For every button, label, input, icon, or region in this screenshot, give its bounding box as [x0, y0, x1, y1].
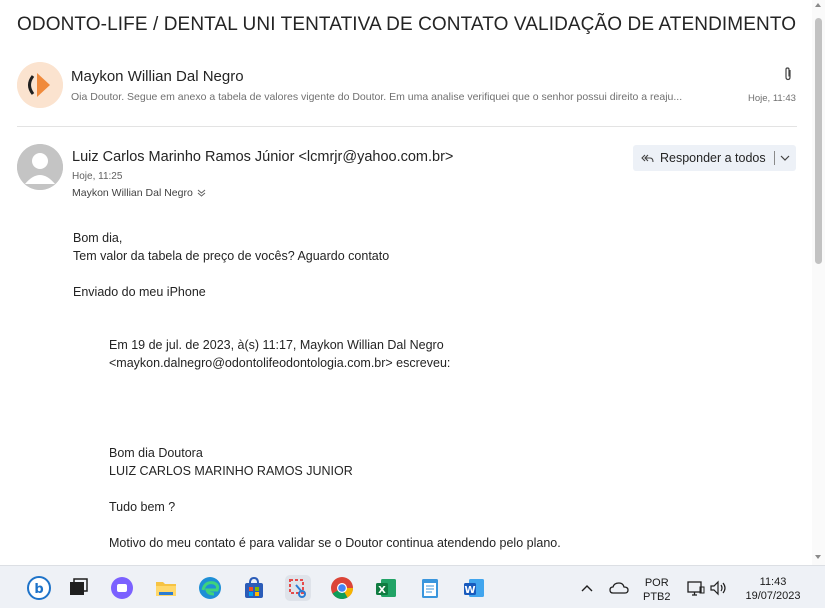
sender-name: Maykon Willian Dal Negro [71, 68, 244, 85]
body-line: Enviado do meu iPhone [73, 285, 206, 299]
recipient-name: Maykon Willian Dal Negro [72, 187, 193, 199]
quote-line: Em 19 de jul. de 2023, à(s) 11:17, Mayko… [109, 338, 444, 352]
avatar [17, 144, 63, 190]
reply-all-label: Responder a todos [660, 151, 766, 165]
snipping-tool-icon[interactable] [285, 575, 311, 601]
bing-icon[interactable]: b [26, 575, 52, 601]
body-line: Tem valor da tabela de preço de vocês? A… [73, 249, 390, 263]
body-line [73, 265, 389, 283]
input-language[interactable]: POR PTB2 [643, 576, 671, 604]
keyboard-layout: PTB2 [643, 591, 671, 603]
quoted-message: Em 19 de jul. de 2023, à(s) 11:17, Mayko… [109, 336, 561, 552]
message-time: Hoje, 11:43 [748, 93, 796, 104]
display-icon[interactable] [686, 575, 706, 601]
svg-text:W: W [464, 585, 475, 596]
svg-text:b: b [34, 582, 43, 597]
scroll-up-arrow[interactable] [815, 3, 821, 7]
scroll-down-arrow[interactable] [815, 555, 821, 559]
chevron-down-icon[interactable] [197, 189, 206, 197]
attachment-icon [781, 66, 795, 82]
quote-line: Motivo do meu contato é para validar se … [109, 536, 561, 550]
clock-date: 19/07/2023 [745, 590, 801, 602]
message-body: Bom dia, Tem valor da tabela de preço de… [73, 229, 389, 301]
divider [17, 126, 797, 127]
task-view-icon[interactable] [65, 575, 91, 601]
mail-reading-pane: ODONTO-LIFE / DENTAL UNI TENTATIVA DE CO… [0, 0, 812, 565]
taskbar: b X W POR PTB2 11:43 19/07/2023 [0, 565, 825, 608]
chevron-up-icon[interactable] [578, 575, 596, 601]
clock[interactable]: 11:43 19/07/2023 [741, 575, 805, 603]
quote-line: Bom dia Doutora [109, 446, 203, 460]
message-preview: Oia Doutor. Segue em anexo a tabela de v… [71, 91, 683, 103]
body-line: Bom dia, [73, 231, 123, 245]
store-icon[interactable] [241, 575, 267, 601]
email-subject: ODONTO-LIFE / DENTAL UNI TENTATIVA DE CO… [17, 14, 797, 35]
message-time: Hoje, 11:25 [72, 171, 123, 182]
reply-all-icon [641, 154, 654, 162]
clock-time: 11:43 [759, 576, 787, 588]
recipients[interactable]: Maykon Willian Dal Negro [72, 187, 206, 199]
notepad-icon[interactable] [417, 575, 443, 601]
language-code: POR [644, 577, 669, 589]
edge-icon[interactable] [197, 575, 223, 601]
quote-line: Tudo bem ? [109, 500, 176, 514]
avatar [17, 62, 63, 108]
quote-line: <maykon.dalnegro@odontolifeodontologia.c… [109, 356, 451, 370]
message-item-collapsed[interactable]: Maykon Willian Dal Negro Oia Doutor. Seg… [0, 56, 812, 116]
vertical-scrollbar[interactable] [812, 0, 825, 565]
chrome-icon[interactable] [329, 575, 355, 601]
excel-icon[interactable]: X [373, 575, 399, 601]
teams-icon[interactable] [109, 575, 135, 601]
file-explorer-icon[interactable] [153, 575, 179, 601]
volume-icon[interactable] [709, 575, 729, 601]
svg-text:X: X [378, 585, 386, 596]
chevron-down-icon[interactable] [780, 153, 790, 163]
scrollbar-thumb[interactable] [815, 18, 822, 264]
reply-all-button[interactable]: Responder a todos [633, 145, 796, 171]
cloud-icon[interactable] [608, 575, 630, 601]
divider [773, 151, 775, 165]
word-icon[interactable]: W [461, 575, 487, 601]
sender-name[interactable]: Luiz Carlos Marinho Ramos Júnior <lcmrjr… [72, 149, 453, 165]
quote-line: LUIZ CARLOS MARINHO RAMOS JUNIOR [109, 464, 353, 478]
